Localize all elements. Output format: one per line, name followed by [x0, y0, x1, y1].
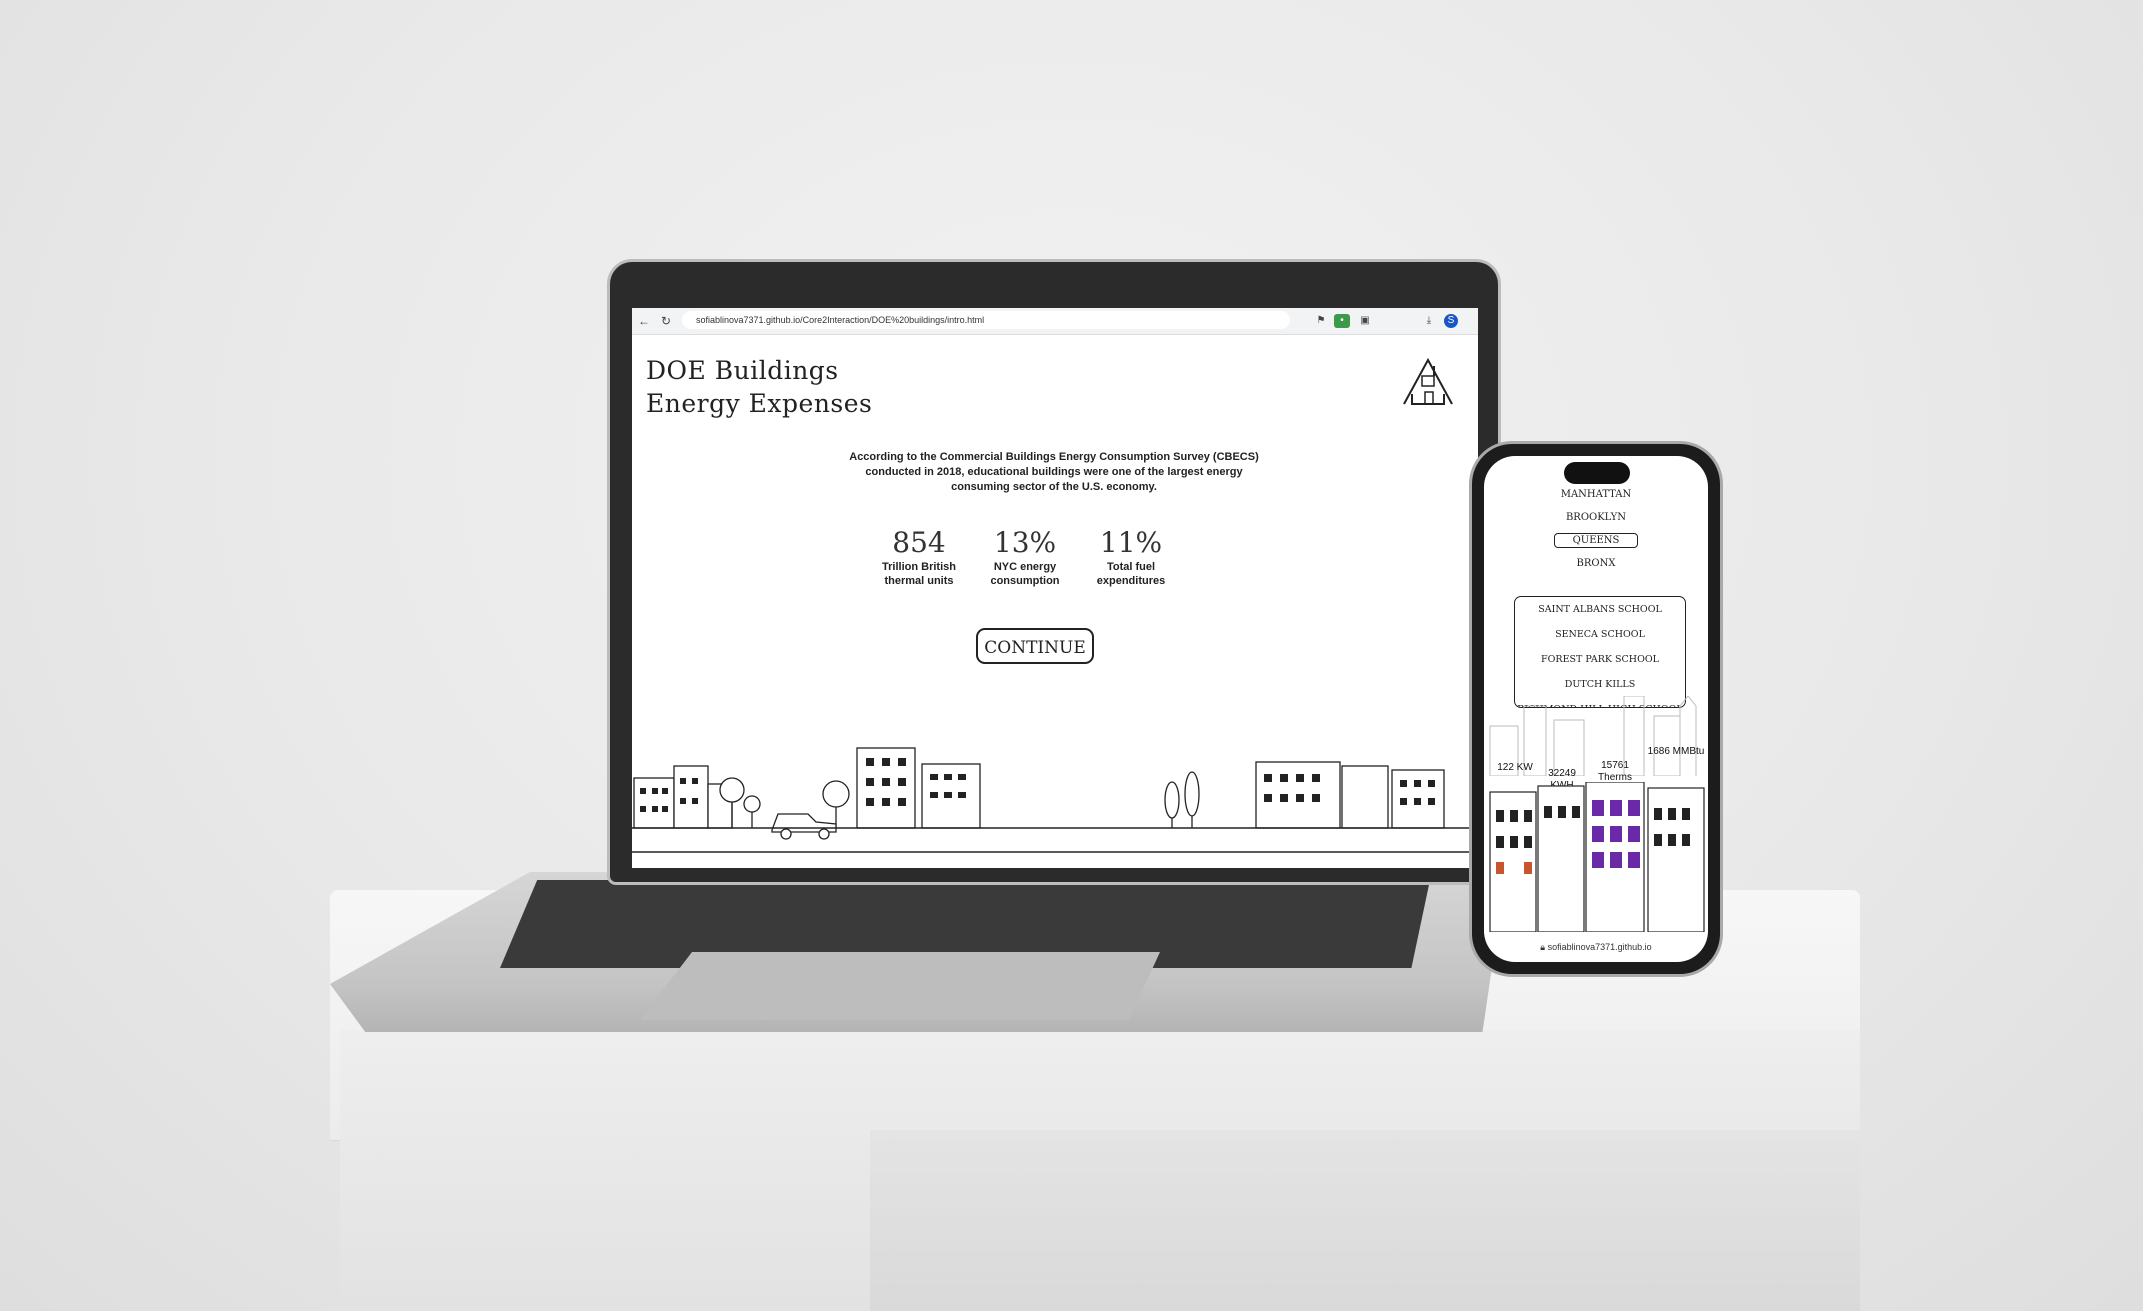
- address-bar[interactable]: sofiablinova7371.github.io/Core2Interact…: [682, 311, 1290, 329]
- laptop-trackpad: [640, 952, 1160, 1020]
- back-arrow-icon[interactable]: ←: [636, 313, 652, 329]
- stat-btu: 854 Trillion British thermal units: [864, 526, 974, 588]
- borough-queens[interactable]: QUEENS: [1484, 533, 1708, 548]
- school-item[interactable]: FOREST PARK SCHOOL: [1515, 647, 1685, 672]
- school-list[interactable]: SAINT ALBANS SCHOOL SENECA SCHOOL FOREST…: [1514, 596, 1686, 708]
- stat-label: Total fuel expenditures: [1096, 561, 1166, 587]
- stat-value: 854: [892, 526, 946, 559]
- value-therms: 15761 Therms: [1598, 760, 1632, 783]
- translate-icon[interactable]: ⚑: [1314, 314, 1328, 328]
- borough-queens-label: QUEENS: [1553, 533, 1639, 548]
- stat-label: NYC energy consumption: [990, 561, 1060, 587]
- buildings-illustration: [1489, 782, 1705, 932]
- phone-screen: MANHATTAN BROOKLYN QUEENS BRONX SAINT AL…: [1484, 456, 1708, 962]
- title-line-2: Energy Expenses: [646, 389, 873, 418]
- cityscape-illustration: [632, 747, 1478, 853]
- stat-label: Trillion British thermal units: [882, 561, 956, 587]
- borough-brooklyn[interactable]: BROOKLYN: [1484, 511, 1708, 525]
- phone-url-bar[interactable]: 🔒︎ sofiablinova7371.github.io: [1484, 942, 1708, 953]
- school-item[interactable]: SENECA SCHOOL: [1515, 622, 1685, 647]
- stat-value: 13%: [993, 526, 1057, 559]
- value-kw: 122 KW: [1497, 762, 1533, 773]
- borough-manhattan[interactable]: MANHATTAN: [1484, 488, 1708, 502]
- page-title: DOE Buildings Energy Expenses: [646, 354, 872, 420]
- school-item[interactable]: SAINT ALBANS SCHOOL: [1515, 597, 1685, 622]
- laptop-screen: ← ↻ sofiablinova7371.github.io/Core2Inte…: [632, 308, 1478, 868]
- phone-url: sofiablinova7371.github.io: [1547, 942, 1652, 952]
- continue-button[interactable]: CONTINUE: [976, 628, 1094, 664]
- pedestal-side: [870, 1130, 1860, 1311]
- title-line-1: DOE Buildings: [646, 356, 839, 385]
- value-mmbtu: 1686 MMBtu: [1647, 746, 1705, 757]
- download-icon[interactable]: ⤓: [1422, 314, 1436, 328]
- browser-toolbar: ← ↻ sofiablinova7371.github.io/Core2Inte…: [632, 308, 1478, 335]
- school-item[interactable]: DUTCH KILLS: [1515, 672, 1685, 697]
- borough-bronx[interactable]: BRONX: [1484, 557, 1708, 571]
- stat-value: 11%: [1099, 526, 1163, 559]
- stat-nyc: 13% NYC energy consumption: [970, 526, 1080, 588]
- puzzle-icon[interactable]: ▣: [1358, 314, 1372, 328]
- stat-fuel: 11% Total fuel expenditures: [1076, 526, 1186, 588]
- dynamic-island: [1564, 462, 1630, 484]
- house-icon[interactable]: [1400, 354, 1456, 410]
- profile-avatar[interactable]: S: [1444, 314, 1458, 328]
- lock-icon: 🔒︎: [1540, 942, 1548, 952]
- reload-icon[interactable]: ↻: [658, 313, 674, 329]
- intro-text: According to the Commercial Buildings En…: [849, 451, 1259, 493]
- extension-icon[interactable]: •: [1334, 314, 1350, 328]
